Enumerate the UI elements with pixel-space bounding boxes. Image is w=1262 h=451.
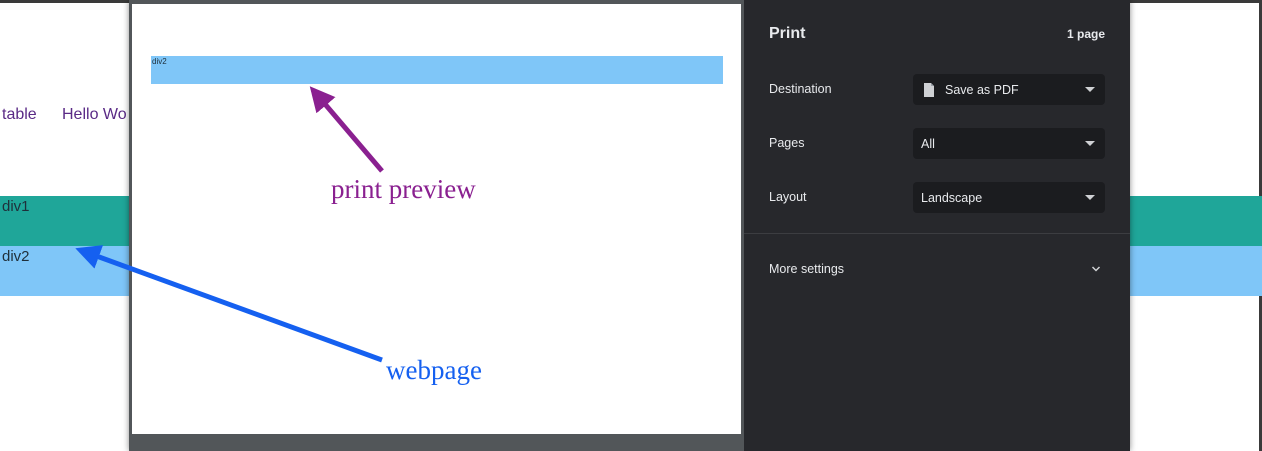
preview-div2-bar: div2 <box>151 56 723 84</box>
destination-label: Destination <box>769 82 832 96</box>
print-settings-panel: Print 1 page Destination Save as PDF Pag… <box>744 0 1130 451</box>
chevron-down-icon <box>1085 141 1095 146</box>
layout-select[interactable]: Landscape <box>913 182 1105 213</box>
pages-label: Pages <box>769 136 805 150</box>
print-title: Print <box>769 25 806 42</box>
pages-select[interactable]: All <box>913 128 1105 159</box>
document-icon <box>924 82 934 97</box>
layout-value: Landscape <box>921 190 983 205</box>
destination-value: Save as PDF <box>945 82 1019 97</box>
chevron-down-icon <box>1085 195 1095 200</box>
more-settings-toggle[interactable]: More settings <box>769 262 844 276</box>
destination-select[interactable]: Save as PDF <box>913 74 1105 105</box>
preview-div2-label: div2 <box>152 57 167 66</box>
chevron-down-icon[interactable] <box>1091 264 1101 274</box>
div2-label: div2 <box>2 248 30 265</box>
print-preview-annotation: print preview <box>331 174 476 204</box>
settings-divider <box>744 233 1130 234</box>
print-dialog: div2 Print 1 page Destination Save as PD… <box>129 0 1130 451</box>
nav-link-hello-world[interactable]: Hello Wo <box>62 106 127 124</box>
nav-link-table[interactable]: table <box>2 106 37 124</box>
div1-label: div1 <box>2 198 30 215</box>
webpage-annotation: webpage <box>386 355 482 385</box>
layout-label: Layout <box>769 190 807 204</box>
chevron-down-icon <box>1085 87 1095 92</box>
page-count: 1 page <box>1066 27 1105 41</box>
pages-value: All <box>921 136 935 151</box>
